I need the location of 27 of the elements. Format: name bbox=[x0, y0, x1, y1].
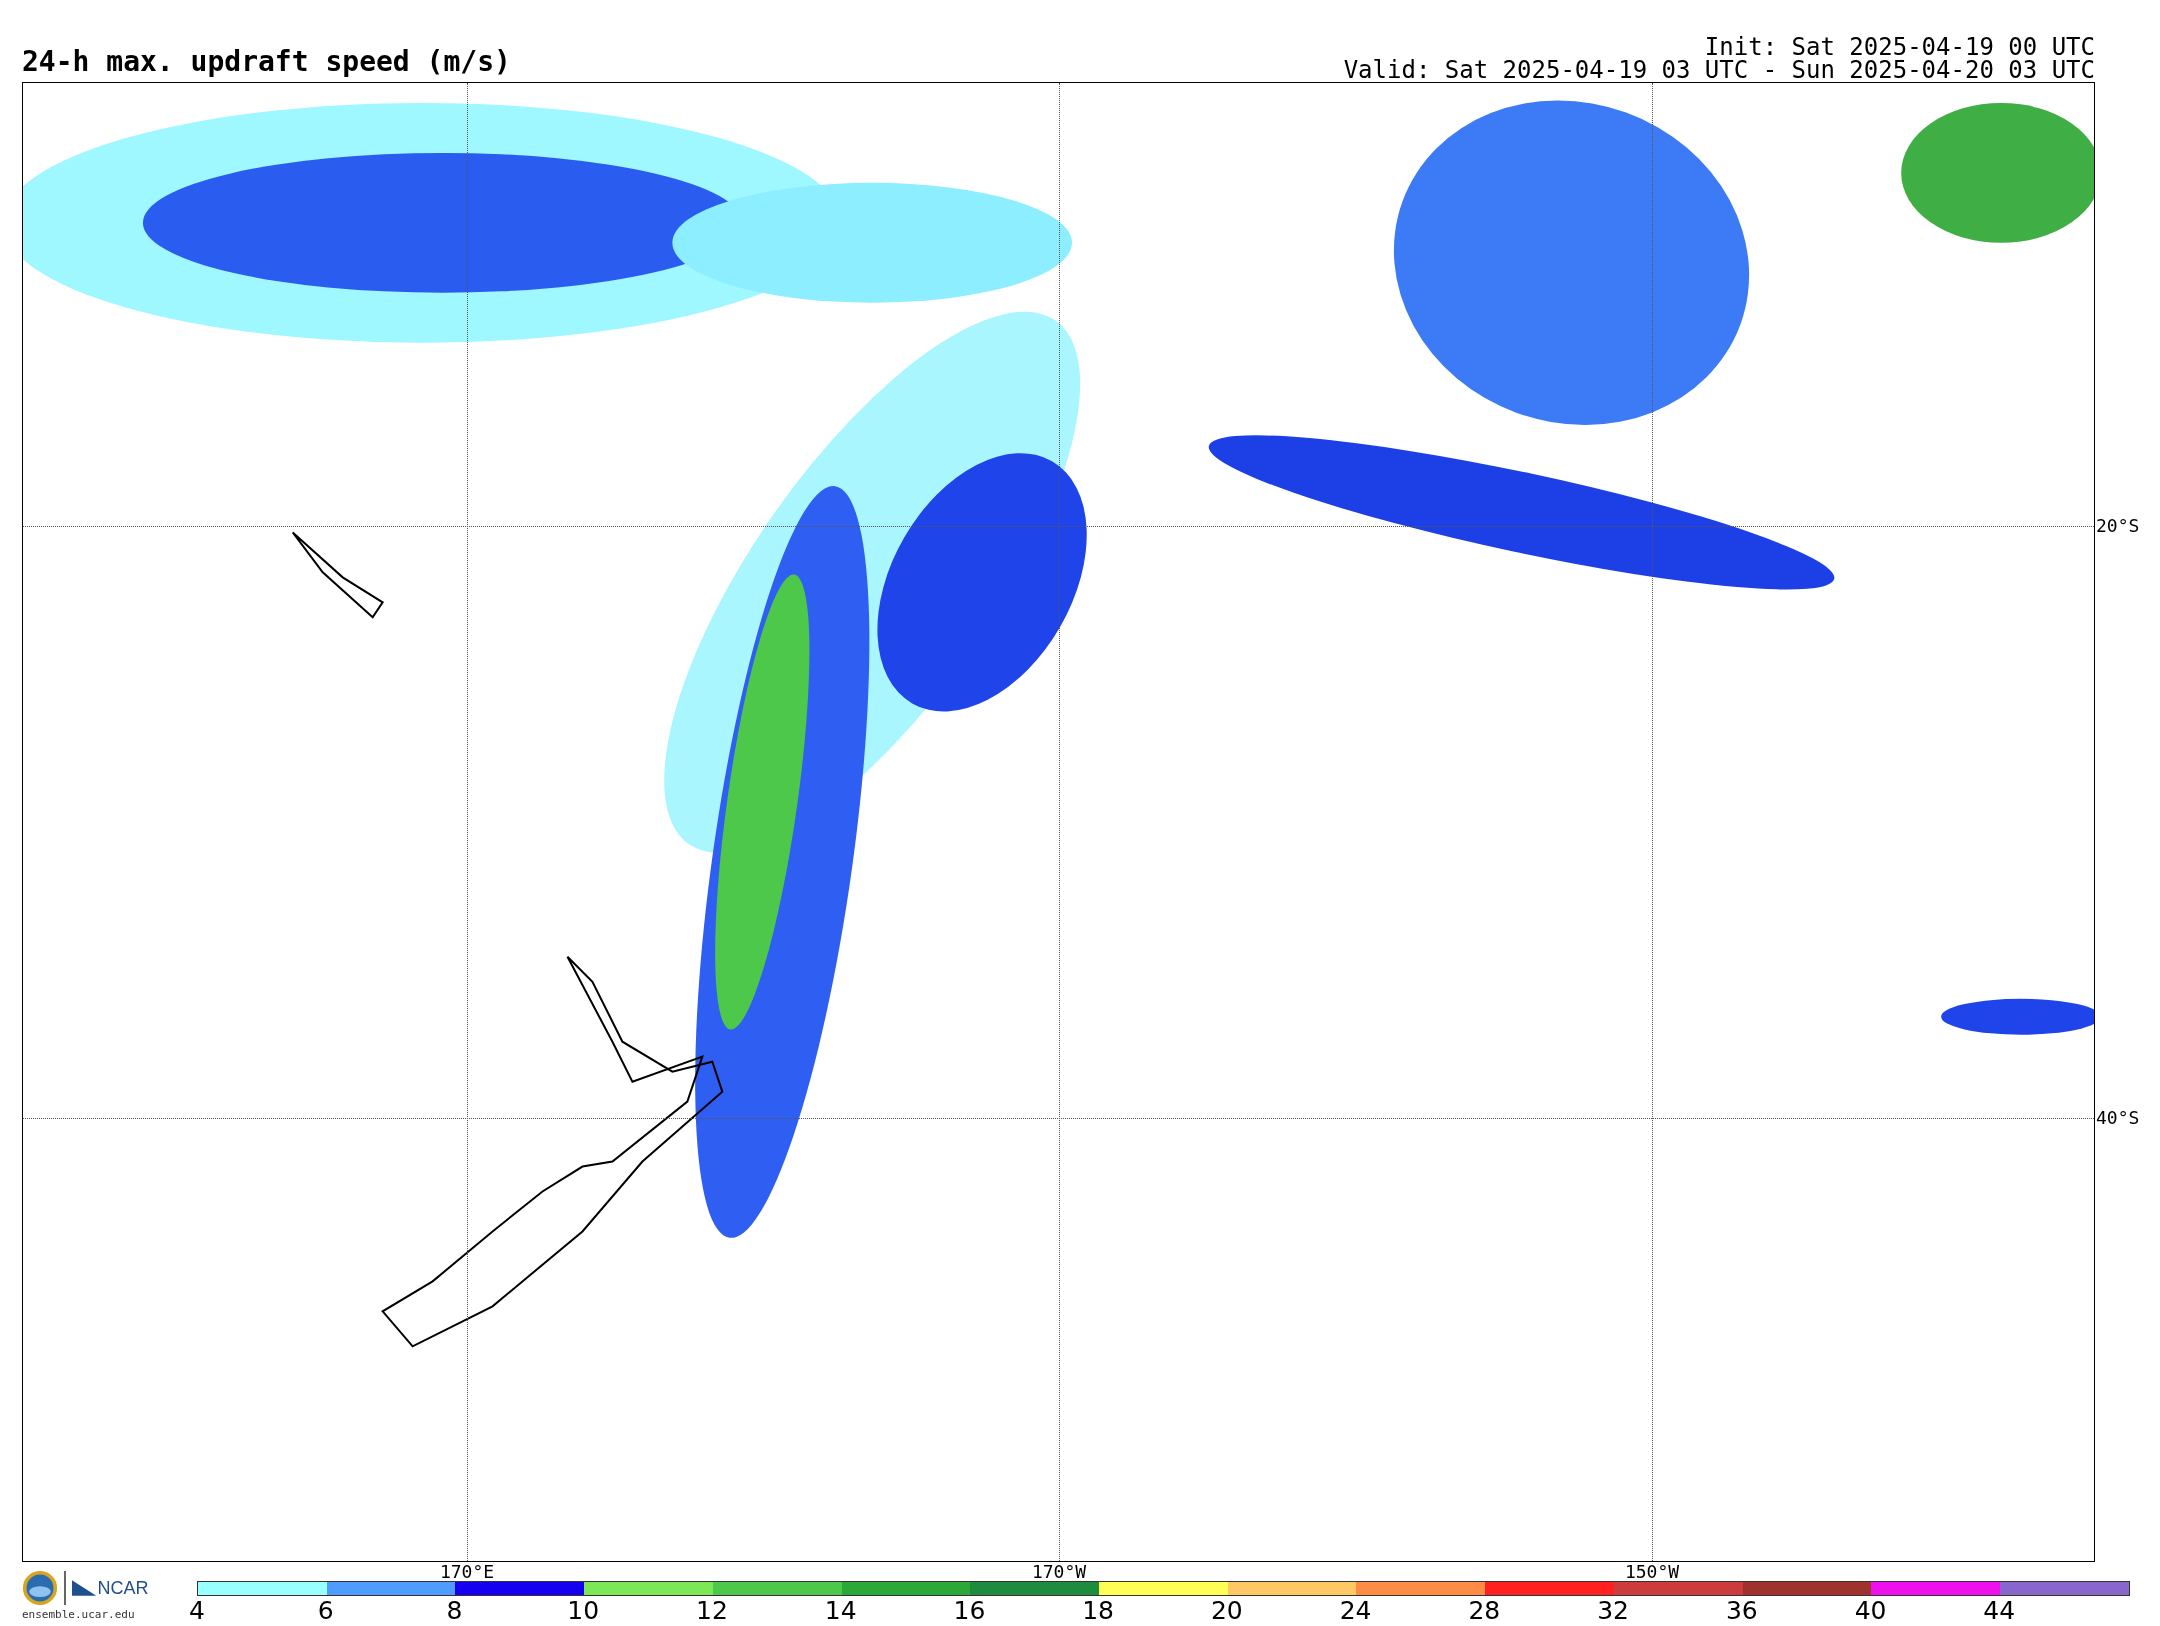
scale-tick-label: 12 bbox=[696, 1596, 728, 1626]
scale-tick-label: 8 bbox=[446, 1596, 463, 1626]
scale-tick-label: 10 bbox=[567, 1596, 600, 1626]
longitude-label: 170°E bbox=[438, 1561, 496, 1583]
site-url: ensemble.ucar.edu bbox=[22, 1608, 136, 1621]
scale-tick-label: 28 bbox=[1468, 1596, 1501, 1626]
scale-tick-label: 24 bbox=[1339, 1596, 1372, 1626]
scale-tick-label: 40 bbox=[1854, 1596, 1887, 1626]
scale-tick-label: 14 bbox=[824, 1596, 857, 1626]
init-time: Init: Sat 2025-04-19 00 UTC bbox=[1704, 36, 2095, 59]
scale-tick-label: 18 bbox=[1082, 1596, 1115, 1626]
chart-title: 24-h max. updraft speed (m/s) bbox=[22, 48, 511, 80]
globe-seal-icon bbox=[22, 1570, 58, 1606]
sail-icon bbox=[71, 1578, 98, 1598]
ncar-logo-text: NCAR bbox=[97, 1577, 149, 1599]
scale-tick-label: 32 bbox=[1597, 1596, 1629, 1626]
longitude-label: 150°W bbox=[1623, 1561, 1681, 1583]
latitude-label: 40°S bbox=[2096, 1107, 2140, 1129]
scale-tick-label: 16 bbox=[953, 1596, 986, 1626]
latitude-label: 20°S bbox=[2096, 515, 2140, 537]
scale-tick-label: 20 bbox=[1210, 1596, 1243, 1626]
valid-time: Valid: Sat 2025-04-19 03 UTC - Sun 2025-04-20 03 UTC bbox=[1343, 59, 2095, 82]
scale-tick-label: 4 bbox=[189, 1596, 205, 1626]
scale-tick-label: 6 bbox=[317, 1596, 334, 1626]
longitude-label: 170°W bbox=[1030, 1561, 1088, 1583]
scale-tick-label: 36 bbox=[1725, 1596, 1758, 1626]
scale-tick-label: 44 bbox=[1983, 1596, 2016, 1626]
